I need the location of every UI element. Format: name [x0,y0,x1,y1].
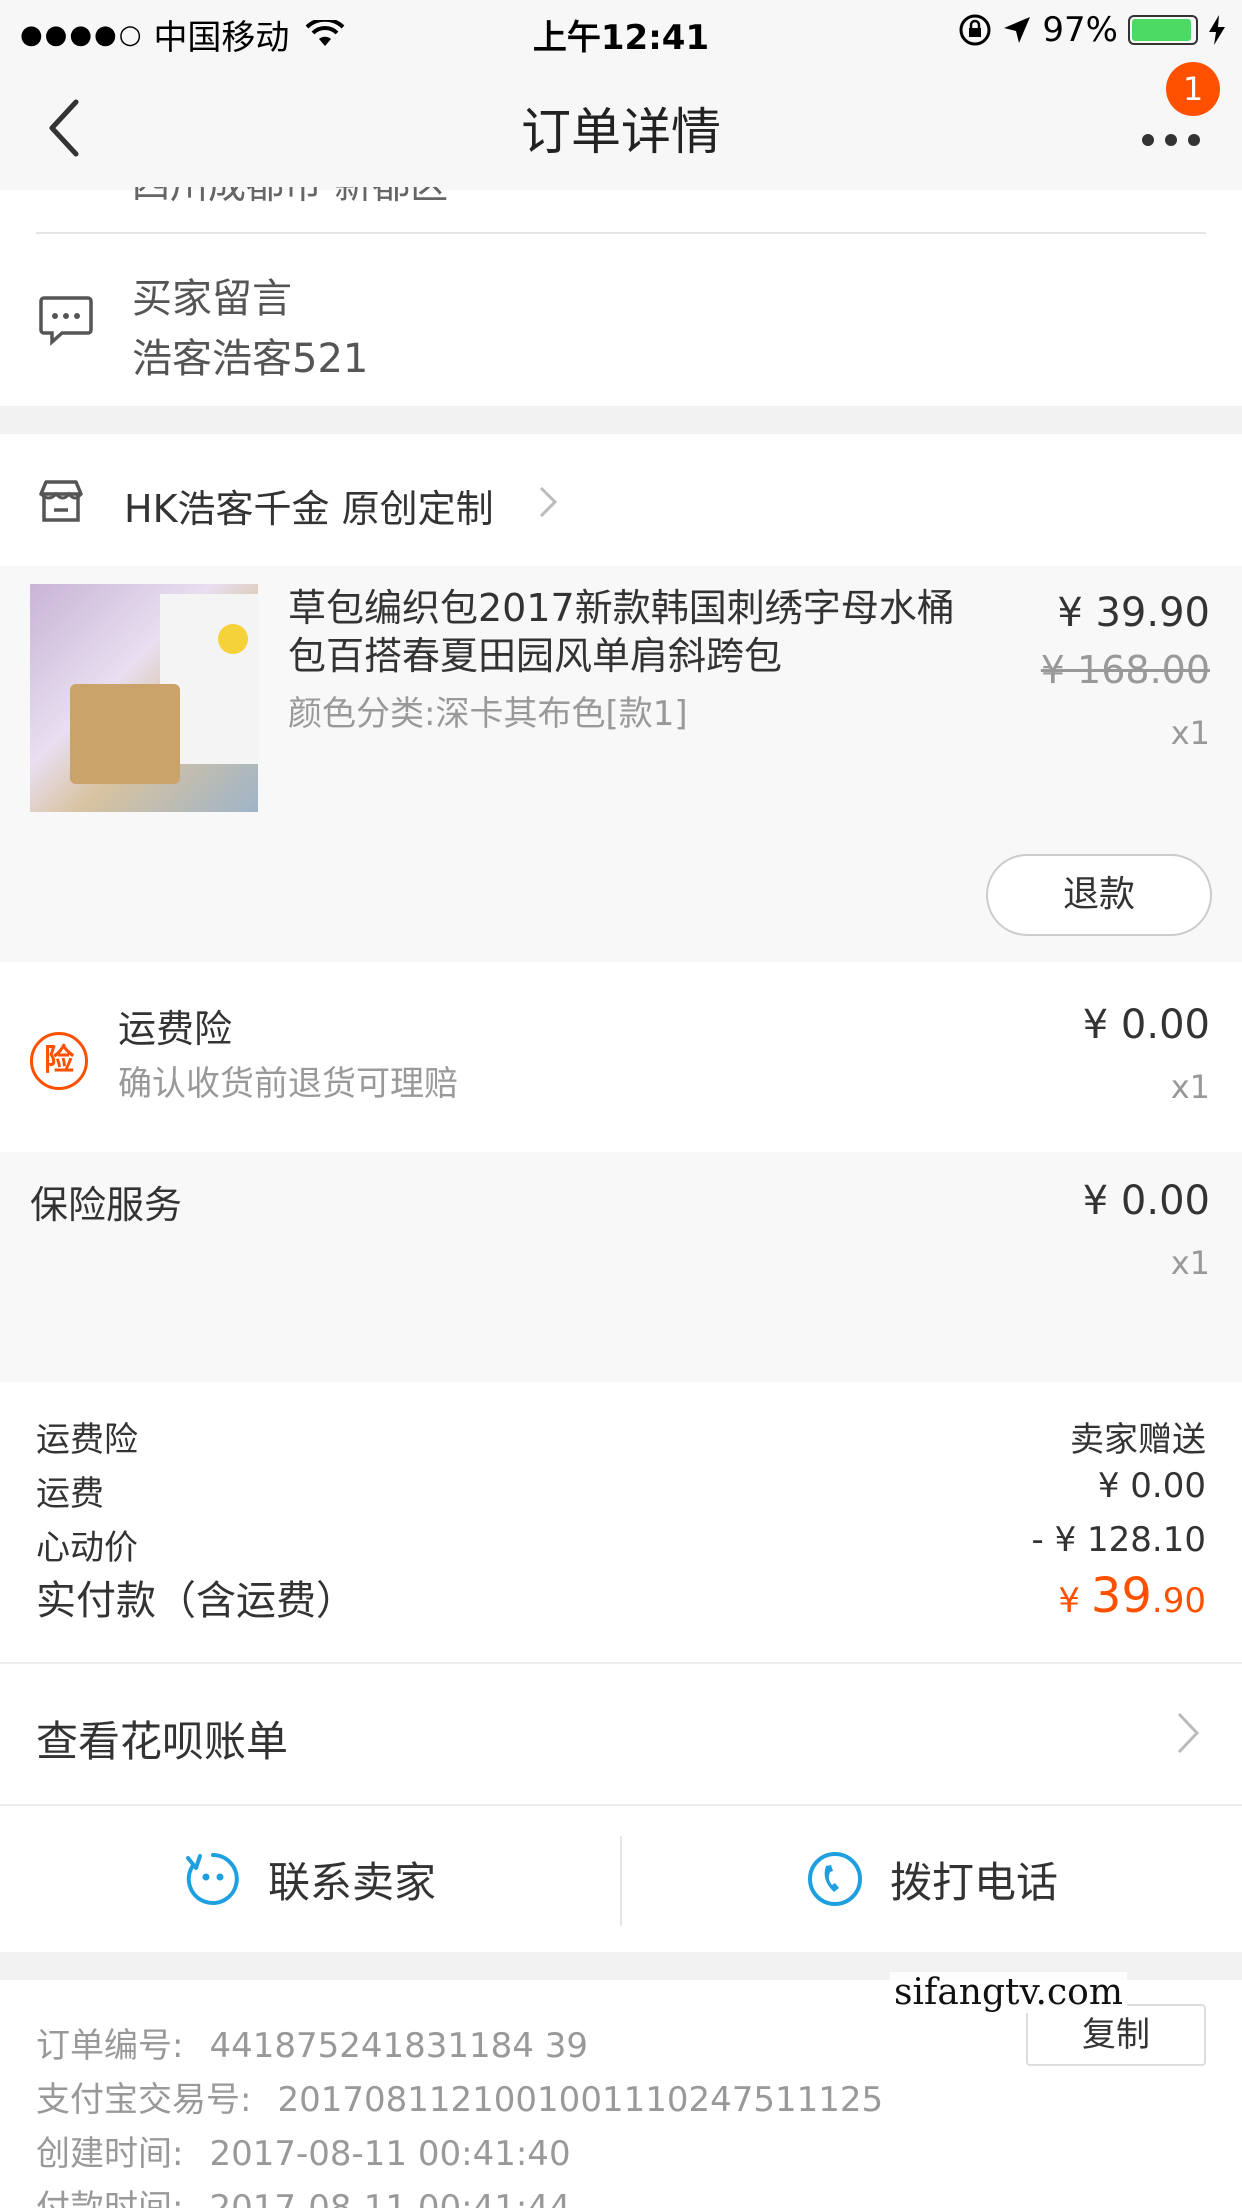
freight-insurance-price: ¥ 0.00 [1082,1002,1210,1048]
product-original-price: ¥ 168.00 [1040,648,1210,692]
buyer-message-section: 四川成都市 新都区 买家留言 浩客浩客521 [0,187,1242,406]
contact-seller-button[interactable]: 联系卖家 [0,1806,620,1952]
summary-value: 卖家赠送 [1070,1420,1206,1460]
more-icon[interactable] [1136,112,1206,162]
alipay-number-label: 支付宝交易号: [36,2080,252,2120]
summary-label: 运费 [36,1474,104,1514]
product-title[interactable]: 草包编织包2017新款韩国刺绣字母水桶包百搭春夏田园风单肩斜跨包 [288,584,988,680]
product-image[interactable] [30,584,258,812]
battery-percent: 97% [1042,10,1118,50]
alipay-number-value: 2017081121001001110247511125 [277,2080,884,2120]
location-icon [1004,17,1031,43]
freight-insurance-title: 运费险 [118,1007,233,1051]
paid-decimal: .90 [1151,1581,1206,1621]
paid-amount: ¥ 39.90 [1058,1568,1206,1624]
paid-currency: ¥ [1058,1581,1091,1621]
order-number-value: 441875241831184 39 [209,2026,589,2066]
contact-seller-label: 联系卖家 [267,1857,436,1907]
shop-name[interactable]: HK浩客千金 原创定制 [124,478,494,533]
battery-icon [1128,15,1198,45]
order-number-label: 订单编号: [36,2026,184,2066]
insurance-service-item: 保险服务 ¥ 0.00 x1 [0,1152,1242,1382]
insurance-icon: 险 [30,1032,88,1090]
status-right: 97% [958,10,1226,50]
created-time-label: 创建时间: [36,2134,184,2174]
huabei-bill-row[interactable]: 查看花呗账单 [0,1662,1242,1806]
paid-label: 实付款（含运费） [36,1578,356,1624]
product-item[interactable]: 草包编织包2017新款韩国刺绣字母水桶包百搭春夏田园风单肩斜跨包 颜色分类:深卡… [0,566,1242,962]
insurance-service-quantity: x1 [1170,1244,1210,1282]
huabei-bill-label[interactable]: 查看花呗账单 [36,1708,288,1769]
summary-value: - ¥ 128.10 [1031,1520,1206,1560]
chat-face-icon [185,1853,239,1905]
rotation-lock-icon [959,14,991,46]
shop-icon [39,480,83,522]
summary-value: ¥ 0.00 [1097,1466,1206,1506]
insurance-service-price: ¥ 0.00 [1082,1178,1210,1224]
refund-button[interactable]: 退款 [986,854,1212,936]
paid-integer: 39 [1090,1568,1152,1624]
buyer-message-text: 浩客浩客521 [132,336,369,382]
created-time-row: 创建时间: 2017-08-11 00:41:40 [36,2126,571,2175]
chevron-right-icon [539,486,558,518]
paid-time-row: 付款时间: 2017-08-11 00:41:44 [36,2180,571,2208]
product-sku: 颜色分类:深卡其布色[款1] [288,694,688,734]
insurance-service-title: 保险服务 [30,1183,183,1227]
copy-button[interactable]: 复制 [1026,2004,1206,2066]
shop-row[interactable]: HK浩客千金 原创定制 [0,434,1242,566]
price-summary: 运费险 卖家赠送 运费 ¥ 0.00 心动价 - ¥ 128.10 实付款（含运… [0,1382,1242,1662]
watermark-text: sifangtv.com [890,1972,1127,2013]
freight-insurance-quantity: x1 [1170,1068,1210,1106]
charging-icon [1209,15,1225,45]
freight-insurance-item: 险 运费险 确认收货前退货可理赔 ¥ 0.00 x1 [0,962,1242,1152]
chevron-right-icon [1177,1712,1200,1754]
created-time-value: 2017-08-11 00:41:40 [209,2134,571,2174]
nav-bar: 订单详情 1 [0,62,1242,190]
call-phone-button[interactable]: 拨打电话 [622,1806,1242,1952]
product-quantity: x1 [1170,714,1210,752]
freight-insurance-subtitle: 确认收货前退货可理赔 [118,1064,458,1104]
notification-badge: 1 [1166,62,1220,116]
paid-time-label: 付款时间: [36,2188,184,2208]
order-info: 订单编号: 441875241831184 39 支付宝交易号: 201708112… [0,1980,1242,2208]
buyer-message-label: 买家留言 [132,276,292,322]
alipay-number-row: 支付宝交易号: 2017081121001001110247511125 [36,2072,883,2121]
status-bar: ●●●●○ 中国移动 上午12:41 97% [0,0,1242,62]
summary-label: 运费险 [36,1420,138,1460]
order-number-row: 订单编号: 441875241831184 39 [36,2018,588,2067]
contact-bar: 联系卖家 拨打电话 [0,1806,1242,1952]
summary-label: 心动价 [36,1528,138,1568]
phone-icon [807,1852,862,1906]
call-phone-label: 拨打电话 [889,1857,1058,1907]
page-title: 订单详情 [521,103,721,161]
product-price: ¥ 39.90 [1057,590,1210,636]
paid-time-value: 2017-08-11 00:41:44 [209,2188,571,2208]
divider [36,232,1206,234]
message-icon [39,296,93,346]
